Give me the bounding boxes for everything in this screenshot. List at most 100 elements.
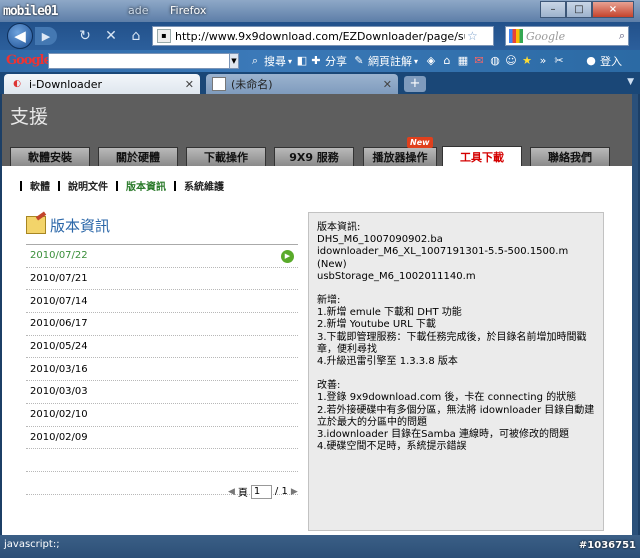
- title-bar: mobile01 ade Firefox – □ ×: [0, 0, 640, 22]
- page-title: 支援: [10, 106, 49, 128]
- window-title-partial: ade: [128, 4, 149, 17]
- menu-player-ops[interactable]: 播放器操作: [363, 147, 437, 166]
- search-icon[interactable]: ⌕: [619, 29, 625, 43]
- toolbar-icon-strip[interactable]: ◈ ⌂ ▦ ✉ ◍ ☺ ★ » ✂: [424, 53, 566, 69]
- new-item: 2.新增 Youtube URL 下載: [317, 319, 436, 331]
- list-item[interactable]: 2010/05/24: [26, 336, 298, 359]
- close-button[interactable]: ×: [592, 1, 634, 18]
- new-item: 3.下載即管理服務：下載任務完成後，於目錄名前增加時間戳章，便利尋找: [317, 331, 587, 355]
- list-item[interactable]: 2010/07/21: [26, 268, 298, 291]
- wrench-icon[interactable]: ✂: [552, 54, 566, 68]
- subnav-documents[interactable]: 說明文件: [68, 178, 108, 193]
- reload-icon[interactable]: ↻: [77, 28, 93, 44]
- new-tab-button[interactable]: +: [404, 76, 426, 92]
- toolbar-signin-button[interactable]: ● 登入: [584, 53, 622, 69]
- divider: [20, 180, 22, 191]
- main-menu: 軟體安裝 關於硬體 下載操作 9X9 服務 播放器操作 New 工具下載 聯絡我…: [2, 137, 632, 166]
- home-icon[interactable]: ⌂: [440, 54, 454, 68]
- google-icon[interactable]: [509, 29, 523, 43]
- home-icon[interactable]: ⌂: [128, 28, 144, 44]
- puzzle-icon[interactable]: ◈: [424, 54, 438, 68]
- forward-button[interactable]: ▶: [35, 27, 57, 45]
- prev-page-icon[interactable]: ◀: [228, 487, 235, 497]
- new-heading: 新增:: [317, 295, 341, 307]
- navigation-bar: ◀ ▶ ↻ ✕ ⌂ ▪ http://www.9x9download.com/E…: [0, 22, 640, 50]
- play-icon[interactable]: ▶: [281, 250, 294, 263]
- toolbar-search-button[interactable]: ⌕ 搜尋 ▾: [248, 53, 292, 69]
- chevron-down-icon[interactable]: ▼: [229, 53, 239, 69]
- search-placeholder[interactable]: Google: [526, 30, 565, 43]
- window-edge: [632, 94, 638, 535]
- globe-icon[interactable]: ◍: [488, 54, 502, 68]
- pager-prefix: 頁: [237, 488, 248, 499]
- status-text: javascript:;: [4, 539, 60, 550]
- menu-contact[interactable]: 聯絡我們: [530, 147, 610, 166]
- calendar-icon[interactable]: ▦: [456, 54, 470, 68]
- subnav-version-info[interactable]: 版本資訊: [126, 178, 166, 193]
- window-title-app: Firefox: [170, 4, 207, 17]
- menu-software-install[interactable]: 軟體安裝: [10, 147, 90, 166]
- tab-untitled[interactable]: (未命名) ✕: [206, 74, 398, 94]
- watermark: #1036751: [578, 540, 636, 551]
- divider: [174, 180, 176, 191]
- list-item[interactable]: 2010/07/22 ▶: [26, 245, 298, 268]
- google-toolbar-logo: Google: [6, 53, 52, 68]
- menu-tool-download[interactable]: 工具下載: [442, 146, 522, 166]
- mobile01-logo: mobile01: [3, 2, 123, 20]
- user-icon[interactable]: ☺: [504, 54, 518, 68]
- toolbar-icon-group[interactable]: ◧: [295, 53, 309, 69]
- google-toolbar: Google ▼ ⌕ 搜尋 ▾ ◧ ✚ 分享 ✎ 網頁註解 ▾ ◈ ⌂ ▦ ✉ …: [0, 50, 640, 72]
- tab-list-icon[interactable]: ▼: [627, 77, 634, 87]
- version-heading: 版本資訊:: [317, 222, 361, 233]
- subnav-maintenance[interactable]: 系統維護: [184, 178, 224, 193]
- maximize-button[interactable]: □: [566, 1, 592, 18]
- list-item-empty: [26, 449, 298, 472]
- list-item[interactable]: 2010/03/03: [26, 381, 298, 404]
- page-number-input[interactable]: [250, 484, 272, 499]
- list-item[interactable]: 2010/02/10: [26, 404, 298, 427]
- sub-navigation: 軟體 說明文件 版本資訊 系統維護: [12, 178, 224, 193]
- menu-hardware[interactable]: 關於硬體: [98, 147, 178, 166]
- close-icon[interactable]: ✕: [185, 78, 194, 91]
- minimize-button[interactable]: –: [540, 1, 566, 18]
- list-item[interactable]: 2010/06/17: [26, 313, 298, 336]
- mail-icon[interactable]: ✉: [472, 54, 486, 68]
- page-header: 支援: [2, 94, 632, 146]
- menu-download-ops[interactable]: 下載操作: [186, 147, 266, 166]
- tab-label: i-Downloader: [29, 77, 102, 91]
- new-item: 4.升級迅雷引擎至 1.3.3.8 版本: [317, 356, 458, 368]
- list-item[interactable]: 2010/02/09: [26, 427, 298, 450]
- share-icon: ✚: [311, 54, 321, 67]
- version-line: DHS_M6_1007090902.ba: [317, 234, 443, 246]
- google-toolbar-input[interactable]: [48, 53, 230, 69]
- notepad-icon: [26, 216, 46, 234]
- list-item[interactable]: 2010/07/14: [26, 290, 298, 314]
- news-icon[interactable]: ◧: [295, 54, 309, 68]
- site-favicon-icon: ▪: [157, 29, 171, 43]
- url-text[interactable]: http://www.9x9download.com/EZDownloader/…: [175, 30, 465, 43]
- search-box[interactable]: Google ⌕: [505, 26, 629, 46]
- toolbar-annotation-button[interactable]: ✎ 網頁註解 ▾: [352, 53, 418, 69]
- menu-9x9-service[interactable]: 9X9 服務: [274, 147, 354, 166]
- address-bar[interactable]: ▪ http://www.9x9download.com/EZDownloade…: [152, 26, 494, 46]
- star-icon[interactable]: ★: [520, 54, 534, 68]
- loading-icon: ◐: [13, 79, 21, 89]
- window-controls: – □ ×: [540, 1, 634, 18]
- improve-heading: 改善:: [317, 380, 341, 392]
- list-item[interactable]: 2010/03/16: [26, 358, 298, 382]
- close-icon[interactable]: ✕: [383, 78, 392, 91]
- version-info-heading: 版本資訊: [26, 214, 298, 236]
- subnav-software[interactable]: 軟體: [30, 178, 50, 193]
- improve-item: 2.若外接硬碟中有多個分區，無法將 idownloader 目錄自動建立於最大的…: [317, 404, 595, 428]
- bookmark-star-icon[interactable]: ☆: [467, 29, 478, 43]
- stop-icon[interactable]: ✕: [103, 28, 119, 44]
- plus-icon: +: [409, 76, 421, 91]
- toolbar-share-button[interactable]: ✚ 分享: [309, 53, 347, 69]
- back-button[interactable]: ◀: [7, 23, 33, 49]
- version-line: usbStorage_M6_1002011140.m: [317, 270, 476, 282]
- tab-i-downloader[interactable]: ◐ i-Downloader ✕: [4, 74, 200, 94]
- next-page-icon[interactable]: ▶: [291, 487, 298, 497]
- chevron-right-icon[interactable]: »: [536, 54, 550, 68]
- status-bar: javascript:; #1036751: [0, 535, 640, 558]
